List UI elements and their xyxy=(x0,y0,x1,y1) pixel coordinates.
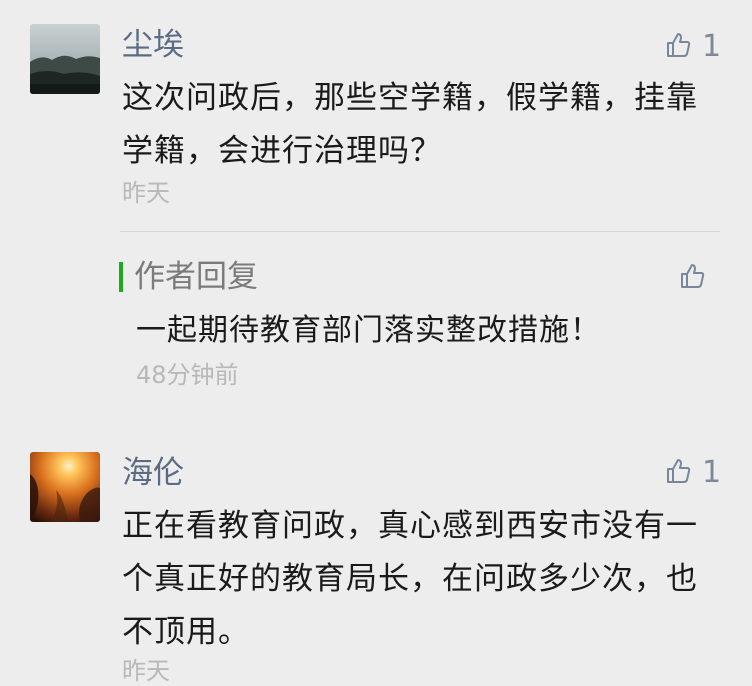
comment-time: 昨天 xyxy=(122,179,170,207)
avatar[interactable] xyxy=(30,452,100,522)
comment-username[interactable]: 海伦 xyxy=(122,454,184,492)
reply-indicator-bar xyxy=(119,262,123,292)
like-count: 1 xyxy=(702,29,722,64)
like-button[interactable]: 1 xyxy=(664,456,721,490)
reply-text: 一起期待教育部门落实整改措施！ xyxy=(136,313,601,348)
reply-header: 作者回复 xyxy=(134,259,258,295)
reply-time: 48分钟前 xyxy=(136,361,239,389)
divider xyxy=(120,231,720,232)
thumbs-up-icon xyxy=(664,457,692,489)
like-count: 1 xyxy=(702,455,722,490)
thumbs-up-icon xyxy=(678,262,706,294)
like-button[interactable]: 1 xyxy=(664,30,721,64)
reply-like-button[interactable] xyxy=(678,262,706,294)
avatar[interactable] xyxy=(30,24,100,94)
comment-text: 正在看教育问政，真心感到西安市没有一个真正好的教育局长，在问政多少次，也不顶用。 xyxy=(122,508,698,650)
comment-username[interactable]: 尘埃 xyxy=(122,26,184,64)
thumbs-up-icon xyxy=(664,31,692,63)
comment-text: 这次问政后，那些空学籍，假学籍，挂靠学籍，会进行治理吗？ xyxy=(122,80,698,169)
